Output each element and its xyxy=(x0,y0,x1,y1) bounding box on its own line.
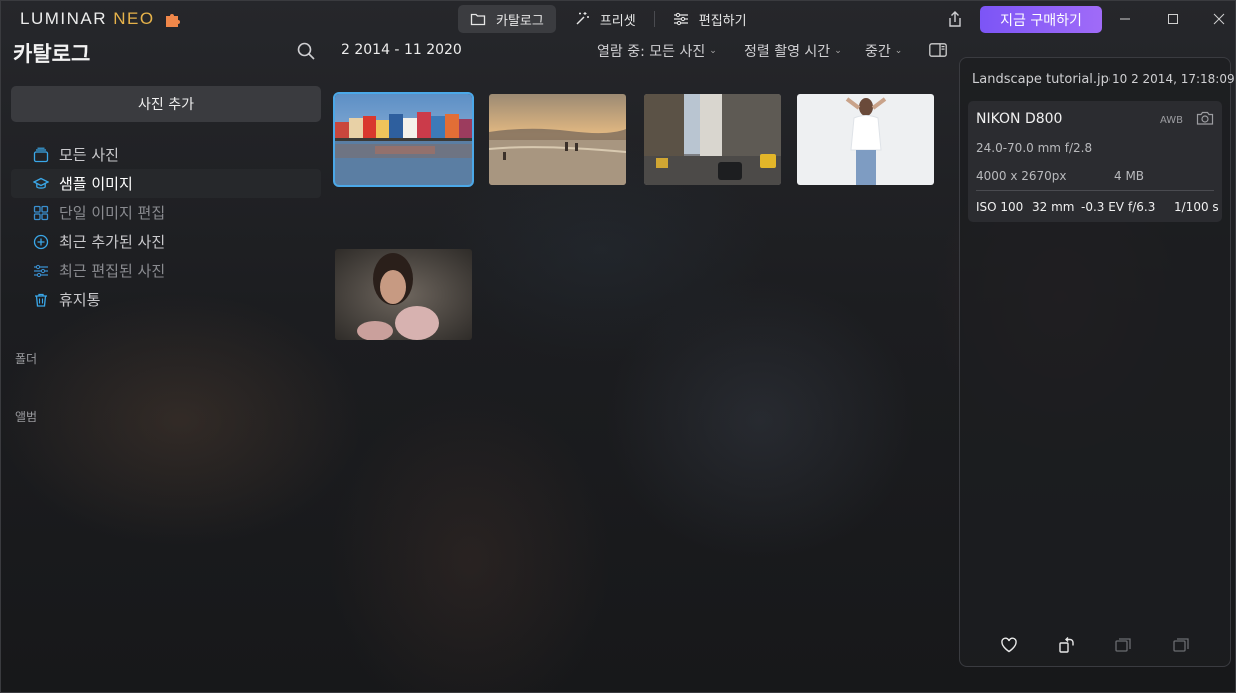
sidebar-item-sample-images[interactable]: 샘플 이미지 xyxy=(11,169,321,198)
graduation-cap-icon xyxy=(33,177,49,189)
nav-divider xyxy=(653,11,655,27)
grid-icon xyxy=(33,205,49,220)
albums-section-label[interactable]: 앨범 xyxy=(15,408,37,425)
sliders-icon xyxy=(673,12,688,26)
search-icon[interactable] xyxy=(296,41,316,61)
close-icon xyxy=(1213,13,1225,25)
sidebar-item-label: 샘플 이미지 xyxy=(59,175,133,193)
page-title: 카탈로그 xyxy=(13,42,91,66)
photo-thumbnail-woman-white[interactable] xyxy=(797,94,934,185)
tab-presets[interactable]: 프리셋 xyxy=(562,5,648,33)
sidebar-item-recently-added[interactable]: 최근 추가된 사진 xyxy=(11,227,321,256)
minimize-icon xyxy=(1120,18,1130,20)
photo-thumbnail-city[interactable] xyxy=(644,94,781,185)
side-panel-toggle-icon[interactable] xyxy=(929,43,947,57)
woman-white-shirt-image xyxy=(797,94,934,185)
sidebar-item-label: 최근 추가된 사진 xyxy=(59,233,166,251)
sidebar-item-recently-edited[interactable]: 최근 편집된 사진 xyxy=(11,256,321,285)
thumbnail-size-label: 중간 xyxy=(865,44,891,60)
app-logo: LUMINAR NEO xyxy=(20,9,183,29)
stack-icon xyxy=(33,147,49,162)
file-size: 4 MB xyxy=(1114,169,1145,183)
sidebar-item-all-photos[interactable]: 모든 사진 xyxy=(11,140,321,169)
sort-dropdown[interactable]: 정렬 촬영 시간 ⌄ xyxy=(744,41,842,61)
sidebar-item-label: 휴지통 xyxy=(59,291,101,309)
beach-sunset-image xyxy=(489,94,626,185)
maximize-icon xyxy=(1168,14,1178,24)
sidebar-item-label: 최근 편집된 사진 xyxy=(59,262,166,280)
tab-catalog[interactable]: 카탈로그 xyxy=(458,5,556,33)
woman-portrait-image xyxy=(335,249,472,340)
tab-catalog-label: 카탈로그 xyxy=(496,13,544,29)
maximize-button[interactable] xyxy=(1162,8,1184,30)
card-divider xyxy=(976,190,1214,191)
info-panel: Landscape tutorial.jpg 10 2 2014, 17:18:… xyxy=(959,57,1235,667)
photo-thumbnail-houses[interactable] xyxy=(333,92,474,187)
magic-wand-icon xyxy=(576,12,589,25)
minimize-button[interactable] xyxy=(1114,8,1136,30)
puzzle-icon[interactable] xyxy=(163,9,183,29)
add-photos-button[interactable]: 사진 추가 xyxy=(11,86,321,122)
folder-icon xyxy=(470,13,486,26)
chevron-down-icon: ⌄ xyxy=(894,46,903,56)
chevron-down-icon: ⌄ xyxy=(834,46,842,56)
sidebar-item-label: 모든 사진 xyxy=(59,146,119,164)
white-balance-badge: AWB xyxy=(1160,115,1184,126)
tab-presets-label: 프리셋 xyxy=(599,13,636,29)
chevron-down-icon: ⌄ xyxy=(709,46,717,56)
panel-actions xyxy=(1000,636,1200,656)
lens-info: 24.0-70.0 mm f/2.8 xyxy=(976,141,1093,155)
share-icon[interactable] xyxy=(946,10,964,28)
duplicate-icon[interactable] xyxy=(1172,636,1190,654)
logo-text: LUMINAR NEO xyxy=(20,9,155,28)
plus-circle-icon xyxy=(33,234,49,249)
heart-icon[interactable] xyxy=(1000,636,1018,654)
view-filter-dropdown[interactable]: 열람 중: 모든 사진 ⌄ xyxy=(597,41,717,61)
aperture-value: f/6.3 xyxy=(1128,200,1156,214)
rotate-icon[interactable] xyxy=(1058,636,1076,654)
main-nav: 카탈로그 프리셋 편집하기 xyxy=(458,5,759,33)
info-date: 10 2 2014, 17:18:09 xyxy=(1112,72,1235,86)
exif-card: NIKON D800 AWB 24.0-70.0 mm f/2.8 4000 x… xyxy=(968,101,1222,222)
sidebar-item-trash[interactable]: 휴지통 xyxy=(11,285,321,314)
city-street-image xyxy=(644,94,781,185)
tab-edit[interactable]: 편집하기 xyxy=(661,5,759,33)
sidebar-item-label: 단일 이미지 편집 xyxy=(59,204,166,222)
photo-thumbnail-beach[interactable] xyxy=(489,94,626,185)
photo-thumbnail-portrait[interactable] xyxy=(335,249,472,340)
exposure-value: -0.3 EV xyxy=(1081,200,1125,214)
sliders-icon xyxy=(34,264,48,277)
camera-icon xyxy=(1196,111,1214,125)
sidebar-item-single-image-edits[interactable]: 단일 이미지 편집 xyxy=(11,198,321,227)
title-bar: LUMINAR NEO 카탈로그 프리셋 편집하기 지금 구매하기 xyxy=(0,0,1236,38)
buy-now-button[interactable]: 지금 구매하기 xyxy=(980,6,1102,33)
camera-model: NIKON D800 xyxy=(976,111,1063,127)
folders-section-label[interactable]: 폴더 xyxy=(15,350,37,367)
tab-edit-label: 편집하기 xyxy=(698,13,747,29)
exif-row: ISO 100 32 mm -0.3 EV f/6.3 1/100 s xyxy=(976,200,1219,214)
info-filename: Landscape tutorial.jpg xyxy=(972,72,1110,87)
iso-value: ISO 100 xyxy=(976,200,1024,214)
harbor-houses-image xyxy=(335,94,472,185)
view-filter-label: 열람 중: 모든 사진 xyxy=(597,44,706,60)
focal-length: 32 mm xyxy=(1032,200,1075,214)
sort-label: 정렬 촬영 시간 xyxy=(744,44,831,60)
thumbnail-size-dropdown[interactable]: 중간 ⌄ xyxy=(865,41,902,61)
date-range[interactable]: 2 2014 - 11 2020 xyxy=(341,42,462,58)
trash-icon xyxy=(35,293,47,307)
close-button[interactable] xyxy=(1208,8,1230,30)
resolution: 4000 x 2670px xyxy=(976,169,1067,183)
sidebar-nav: 모든 사진 샘플 이미지 단일 이미지 편집 최근 추가된 사진 최근 편집된 … xyxy=(11,140,321,314)
shutter-speed: 1/100 s xyxy=(1174,200,1219,214)
compare-icon[interactable] xyxy=(1114,636,1132,654)
